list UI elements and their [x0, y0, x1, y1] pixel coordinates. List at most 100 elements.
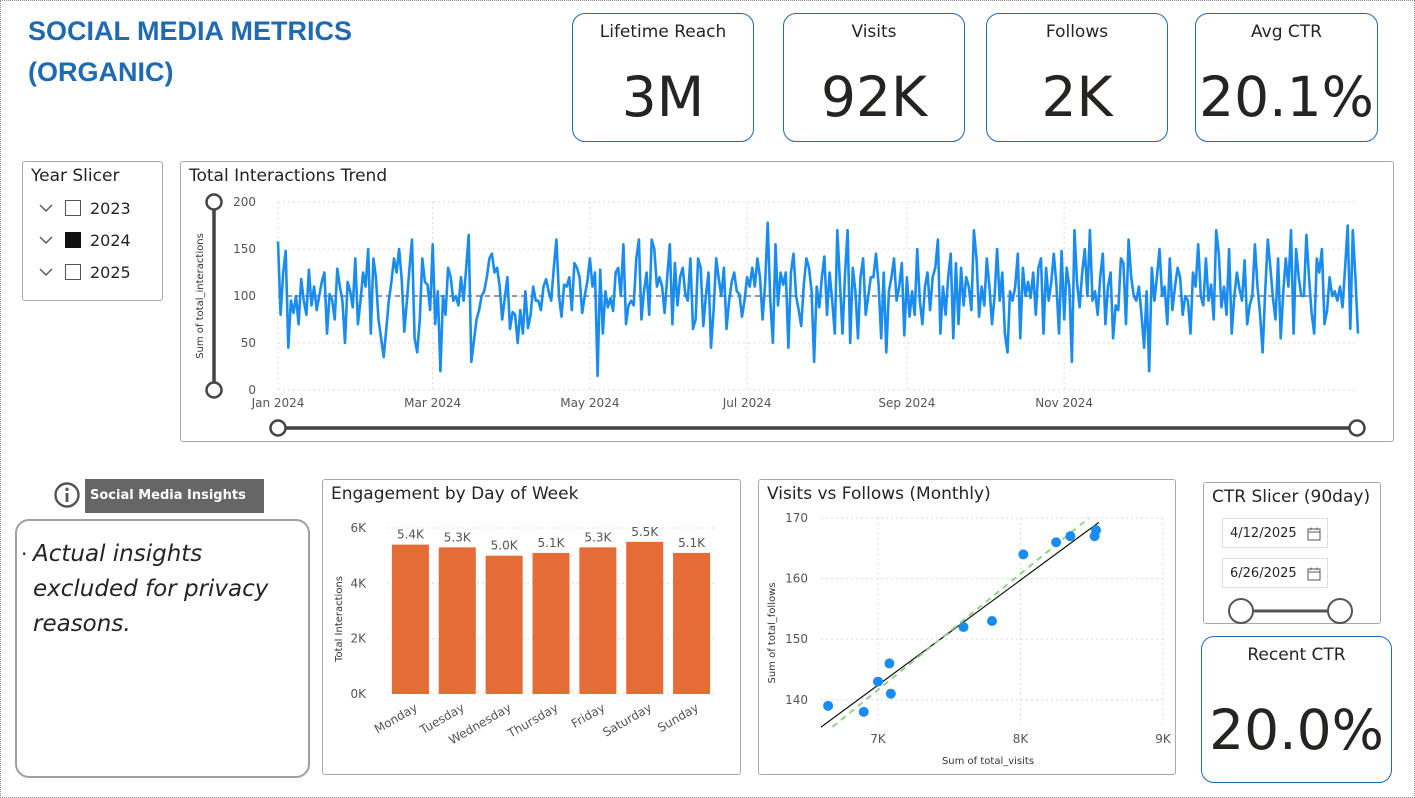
- bar-saturday: [626, 541, 664, 694]
- x-tick-label: Nov 2024: [1035, 396, 1093, 410]
- x-tick-label: Sep 2024: [878, 396, 935, 410]
- date-range-slider[interactable]: [1204, 593, 1382, 633]
- x-tick-label: Saturday: [600, 700, 654, 739]
- x-tick-label: Jul 2024: [722, 396, 772, 410]
- y-zoom-handle-bottom[interactable]: [205, 381, 223, 399]
- y-tick-label: 140: [785, 693, 808, 707]
- slider-handle-start[interactable]: [1228, 598, 1254, 624]
- scatter-point: [1018, 549, 1029, 560]
- bar-data-label: 5.1K: [678, 536, 706, 550]
- y-axis-label: Sum of total_follows: [767, 583, 778, 684]
- y-axis-label: Total Interactions: [334, 576, 345, 663]
- bar-sunday: [673, 552, 711, 694]
- x-zoom-handle-start[interactable]: [269, 419, 287, 437]
- end-date-input[interactable]: 6/26/2025: [1222, 558, 1328, 588]
- x-tick-label: 7K: [870, 732, 887, 746]
- x-tick-label: Thursday: [504, 700, 560, 741]
- x-tick-label: 8K: [1013, 732, 1030, 746]
- scatter-point: [1051, 537, 1062, 548]
- calendar-icon[interactable]: [1307, 519, 1321, 553]
- trend-line-dashed: [831, 517, 1090, 728]
- y-zoom-handle-top[interactable]: [205, 193, 223, 211]
- kpi-label: Avg CTR: [1251, 22, 1322, 42]
- kpi-value: 20.0%: [1209, 698, 1384, 762]
- y-tick-label: 150: [785, 632, 808, 646]
- bar-data-label: 5.3K: [584, 530, 612, 544]
- calendar-icon[interactable]: [1307, 559, 1321, 593]
- engagement-by-day-panel: Engagement by Day of Week 0K 2K 4K 6K Total …: [322, 479, 741, 775]
- x-tick-label: Sunday: [655, 700, 701, 735]
- scatter-point: [858, 706, 869, 717]
- dashboard: SOCIAL MEDIA METRICS (ORGANIC) Lifetime …: [0, 0, 1415, 798]
- title-line-2: (ORGANIC): [28, 57, 174, 87]
- y-tick-label: 4K: [350, 576, 367, 590]
- checkbox-checked[interactable]: [65, 232, 81, 248]
- bar-data-label: 5.1K: [538, 536, 566, 550]
- bar-friday: [579, 547, 617, 694]
- kpi-label: Follows: [1045, 22, 1109, 42]
- end-date-value: 6/26/2025: [1230, 566, 1297, 581]
- kpi-value: 3M: [621, 65, 705, 129]
- bar-thursday: [532, 552, 570, 694]
- visits-vs-follows-chart: 140 150 160 170 7K 8K 9K Sum of total_visits Sum…: [767, 511, 1172, 767]
- year-option-label: 2025: [90, 262, 131, 282]
- chevron-down-icon[interactable]: [39, 266, 53, 278]
- kpi-card-visits[interactable]: Visits 92K: [783, 13, 965, 142]
- engagement-by-day-chart: 0K 2K 4K 6K Total Interactions 5.4K Monday 5.3K…: [334, 521, 715, 747]
- x-tick-label: Jan 2024: [251, 396, 305, 410]
- x-zoom-handle-end[interactable]: [1348, 419, 1366, 437]
- start-date-input[interactable]: 4/12/2025: [1222, 518, 1328, 548]
- slider-handle-end[interactable]: [1327, 598, 1353, 624]
- kpi-value: 2K: [1041, 65, 1113, 129]
- year-option-2025[interactable]: 2025: [39, 260, 131, 284]
- checkbox[interactable]: [65, 200, 81, 216]
- x-tick-label: May 2024: [560, 396, 619, 410]
- kpi-label: Lifetime Reach: [599, 22, 727, 42]
- kpi-card-avg-ctr[interactable]: Avg CTR 20.1%: [1195, 13, 1378, 142]
- bar-data-label: 5.3K: [444, 530, 472, 544]
- y-tick-label: 0: [248, 383, 256, 397]
- x-tick-label: Monday: [372, 700, 420, 736]
- y-tick-label: 160: [785, 572, 808, 586]
- chevron-down-icon[interactable]: [39, 234, 53, 246]
- scatter-point: [873, 676, 883, 687]
- ctr-slicer-title: CTR Slicer (90day): [1212, 487, 1371, 507]
- interactions-trend-panel: Total Interactions Trend 0 50 100 150 200 Jan…: [180, 161, 1394, 442]
- bar-wednesday: [485, 555, 523, 694]
- ctr-slicer: CTR Slicer (90day) 4/12/2025 6/26/2025: [1203, 482, 1381, 624]
- bar-monday: [391, 544, 429, 694]
- checkbox[interactable]: [65, 264, 81, 280]
- year-option-label: 2023: [90, 198, 131, 218]
- y-axis-label: Sum of total_interactions: [195, 233, 206, 359]
- kpi-card-recent-ctr[interactable]: Recent CTR 20.0%: [1201, 636, 1392, 783]
- visits-vs-follows-panel: Visits vs Follows (Monthly) 140 150 160 170…: [758, 479, 1176, 775]
- year-option-2023[interactable]: 2023: [39, 196, 131, 220]
- social-media-insights-button[interactable]: Social Media Insights: [85, 479, 264, 513]
- page-title: SOCIAL MEDIA METRICS (ORGANIC): [28, 11, 352, 93]
- chevron-down-icon[interactable]: [39, 202, 53, 214]
- y-tick-label: 2K: [350, 632, 367, 646]
- kpi-value: 20.1%: [1199, 65, 1374, 129]
- y-tick-label: 150: [233, 242, 256, 256]
- y-tick-label: 50: [241, 336, 256, 350]
- x-tick-label: Mar 2024: [404, 396, 461, 410]
- kpi-card-follows[interactable]: Follows 2K: [986, 13, 1168, 142]
- info-icon[interactable]: [53, 481, 81, 509]
- scatter-point: [1065, 531, 1076, 542]
- year-option-label: 2024: [90, 230, 131, 250]
- title-line-1: SOCIAL MEDIA METRICS: [28, 16, 353, 46]
- scatter-point: [958, 622, 969, 633]
- y-tick-label: 0K: [350, 687, 367, 701]
- year-slicer: Year Slicer 2023 2024 2025: [22, 161, 163, 301]
- year-option-2024[interactable]: 2024: [39, 228, 131, 252]
- bar-tuesday: [438, 547, 476, 694]
- kpi-value: 92K: [820, 65, 928, 129]
- kpi-label: Recent CTR: [1247, 645, 1346, 665]
- insights-text: · Actual insights excluded for privacy r…: [21, 541, 269, 637]
- year-slicer-title: Year Slicer: [31, 166, 120, 186]
- start-date-value: 4/12/2025: [1230, 526, 1297, 541]
- x-tick-label: 9K: [1155, 732, 1172, 746]
- scatter-point: [884, 658, 895, 669]
- kpi-card-lifetime-reach[interactable]: Lifetime Reach 3M: [572, 13, 754, 142]
- y-tick-label: 170: [785, 511, 808, 525]
